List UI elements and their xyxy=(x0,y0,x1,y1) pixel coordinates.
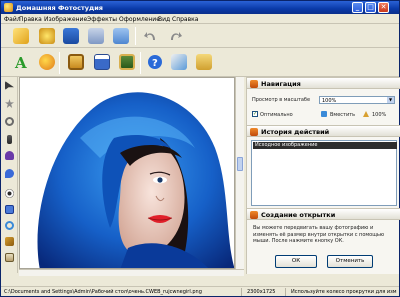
scroll-thumb[interactable] xyxy=(237,157,243,171)
status-divider xyxy=(241,288,242,296)
zoom-select[interactable]: 100% ▼ xyxy=(319,96,395,104)
history-icon xyxy=(250,128,258,136)
side-panel: Навигация Просмотр в масштабе 100% ▼ ✓ О… xyxy=(246,77,400,274)
status-hint: Используйте колесо прокрутки для изм xyxy=(291,289,397,295)
zoom-value: 100% xyxy=(322,98,337,104)
canvas-horizontal-scrollbar[interactable] xyxy=(19,269,244,276)
tools-panel xyxy=(1,77,18,273)
text-tool-icon[interactable]: A xyxy=(13,54,29,70)
cancel-button[interactable]: Отменить xyxy=(327,255,373,268)
clone-icon[interactable] xyxy=(5,237,14,246)
postcard-icon xyxy=(250,211,258,219)
history-title: История действий xyxy=(261,128,330,136)
fit-checkbox[interactable]: ✓ xyxy=(252,111,258,117)
history-header[interactable]: История действий xyxy=(247,125,400,137)
fit-icon xyxy=(321,111,327,117)
package-icon[interactable] xyxy=(196,54,212,70)
minimize-button[interactable]: _ xyxy=(352,2,363,13)
fit-label: Оптимально xyxy=(260,112,293,118)
print-icon[interactable] xyxy=(88,28,104,44)
status-file-path: C:\Documents and Settings\Admin\Рабочий … xyxy=(4,289,202,295)
eye-icon[interactable] xyxy=(5,189,14,198)
scan-icon[interactable] xyxy=(113,28,129,44)
menu-view[interactable]: Вид xyxy=(158,16,170,23)
zoom-label: Просмотр в масштабе xyxy=(252,97,311,103)
open-folder-icon[interactable] xyxy=(13,28,29,44)
postcard-title: Создание открытки xyxy=(261,211,336,219)
menu-edit[interactable]: Правка xyxy=(19,16,42,23)
canvas-vertical-scrollbar[interactable] xyxy=(235,77,244,269)
main-toolbar xyxy=(1,24,399,48)
history-item[interactable]: Исходное изображение xyxy=(253,142,397,149)
redo-icon[interactable] xyxy=(167,28,183,44)
svg-text:A: A xyxy=(14,54,27,70)
rect-select-icon[interactable] xyxy=(5,205,14,214)
save-export-icon[interactable] xyxy=(39,28,55,44)
toolbar-separator xyxy=(135,27,136,45)
image-frame-icon[interactable] xyxy=(68,54,84,70)
brush-icon[interactable] xyxy=(5,151,14,160)
star-icon[interactable] xyxy=(5,99,14,108)
ok-button[interactable]: ОК xyxy=(275,255,317,268)
fill-icon[interactable] xyxy=(5,253,14,262)
calendar-icon[interactable] xyxy=(94,54,110,70)
undo-icon[interactable] xyxy=(143,28,159,44)
svg-text:?: ? xyxy=(152,58,158,69)
image-canvas[interactable] xyxy=(19,77,235,269)
eyedropper-icon[interactable] xyxy=(5,169,14,178)
app-window: Домашняя Фотостудия _ □ ✕ Файл Правка Из… xyxy=(0,0,400,297)
title-bar[interactable]: Домашняя Фотостудия _ □ ✕ xyxy=(1,1,399,14)
cube-icon[interactable] xyxy=(171,54,187,70)
actual-size-icon xyxy=(363,111,369,117)
app-icon xyxy=(4,3,13,12)
chevron-down-icon[interactable]: ▼ xyxy=(387,97,394,103)
toolbar-separator xyxy=(140,52,141,74)
magnifier-icon[interactable] xyxy=(5,117,14,126)
maximize-button[interactable]: □ xyxy=(365,2,376,13)
menu-design[interactable]: Оформление xyxy=(119,16,160,23)
close-button[interactable]: ✕ xyxy=(378,2,389,13)
navigation-title: Навигация xyxy=(261,80,301,88)
menu-effects[interactable]: Эффекты xyxy=(87,16,117,23)
menu-help[interactable]: Справка xyxy=(172,16,198,23)
toolbar-separator xyxy=(59,52,60,74)
portrait-photo xyxy=(20,78,234,268)
history-list[interactable]: Исходное изображение xyxy=(251,140,397,206)
photo-collage-icon[interactable] xyxy=(119,54,135,70)
status-divider xyxy=(285,288,286,296)
actual-size-button[interactable]: 100% xyxy=(372,112,386,118)
postcard-instructions: Вы можете передвигать вашу фотографию и … xyxy=(253,225,385,244)
crop-icon[interactable] xyxy=(7,135,12,144)
lasso-icon[interactable] xyxy=(5,221,14,230)
menu-bar: Файл Правка Изображение Эффекты Оформлен… xyxy=(1,14,399,24)
save-disk-icon[interactable] xyxy=(63,28,79,44)
navigation-header[interactable]: Навигация xyxy=(247,77,400,89)
help-icon[interactable]: ? xyxy=(147,54,163,70)
palette-icon[interactable] xyxy=(39,54,55,70)
status-bar: C:\Documents and Settings\Admin\Рабочий … xyxy=(1,286,399,296)
navigation-icon xyxy=(250,80,258,88)
status-image-size: 2300x1725 xyxy=(247,289,276,295)
pointer-icon[interactable] xyxy=(5,81,14,90)
postcard-header[interactable]: Создание открытки xyxy=(247,208,400,220)
menu-image[interactable]: Изображение xyxy=(44,16,87,23)
window-title: Домашняя Фотостудия xyxy=(16,4,103,12)
secondary-toolbar: A ? xyxy=(1,48,399,77)
fit-button[interactable]: Вместить xyxy=(330,112,355,118)
